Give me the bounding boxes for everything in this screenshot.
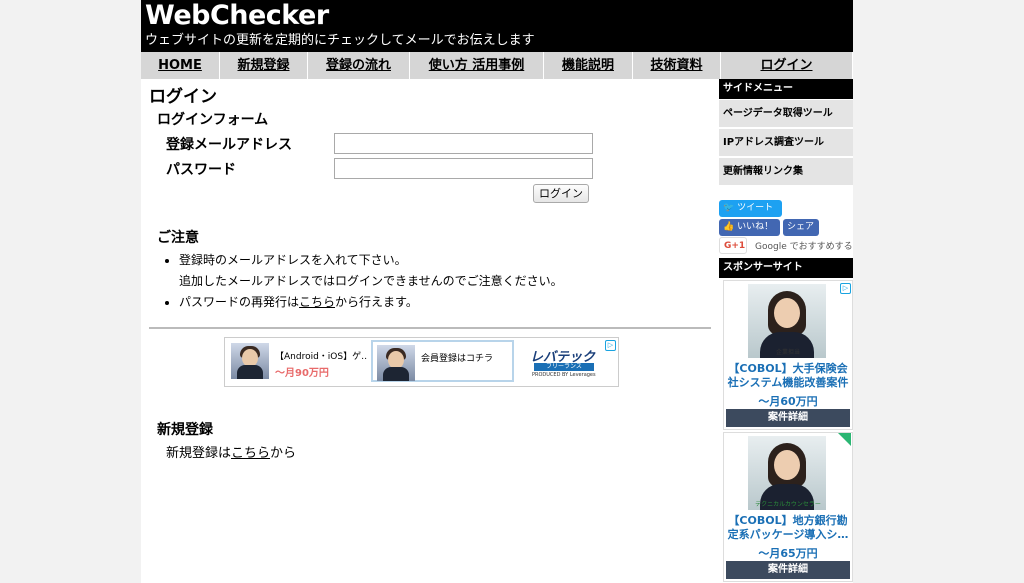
thumbs-up-icon: 👍 bbox=[723, 222, 735, 232]
sponsor-card[interactable]: 企業担当 ▷ 【COBOL】大手保険会社システム機能改善案件 〜月60万円 案件… bbox=[723, 280, 853, 430]
ad-item[interactable]: 【Android・iOS】ゲ… 〜月90万円 bbox=[227, 340, 369, 382]
ad-photo bbox=[231, 343, 269, 379]
password-field[interactable] bbox=[334, 158, 593, 179]
ad-title: 【Android・iOS】ゲ… bbox=[275, 352, 367, 362]
ad-photo bbox=[377, 345, 415, 381]
like-button[interactable]: 👍 いいね！ bbox=[719, 219, 780, 236]
nav-login[interactable]: ログイン bbox=[721, 52, 853, 79]
ad-pay: 〜月90万円 bbox=[275, 368, 329, 379]
notice-text: から行えます。 bbox=[335, 295, 418, 309]
sponsor-role: テクニカルカウンセラー bbox=[755, 501, 821, 508]
sponsor-title-text: 【COBOL】地方銀行勘定系パッケージ導入シ… bbox=[727, 514, 849, 541]
ad-title: 会員登録はコチラ bbox=[421, 354, 494, 364]
sponsor-detail-button[interactable]: 案件詳細 bbox=[726, 561, 850, 579]
site-header: WebChecker ウェブサイトの更新を定期的にチェックしてメールでお伝えしま… bbox=[141, 0, 853, 52]
form-title: ログインフォーム bbox=[157, 112, 269, 128]
side-menu-title: サイドメニュー bbox=[719, 79, 853, 99]
list-item: パスワードの再発行はこちらから行えます。 bbox=[179, 292, 563, 313]
main-content: ログイン ログインフォーム 登録メールアドレス パスワード ログイン ご注意 登… bbox=[141, 79, 717, 583]
ad-brand[interactable]: レバテック フリーランス PRODUCED BY Leverages bbox=[530, 340, 610, 382]
brand-by: PRODUCED BY Leverages bbox=[532, 372, 596, 378]
ad-banner[interactable]: 【Android・iOS】ゲ… 〜月90万円 会員登録はコチラ レバテック フリ… bbox=[224, 337, 619, 387]
sponsor-pay: 〜月65万円 bbox=[758, 547, 818, 560]
notice-text: パスワードの再発行は bbox=[179, 295, 300, 309]
list-item: 登録時のメールアドレスを入れて下さい。 追加したメールアドレスではログインできま… bbox=[179, 250, 563, 292]
side-item-ip-tool[interactable]: IPアドレス調査ツール bbox=[719, 129, 853, 157]
nav-usage[interactable]: 使い方 活用事例 bbox=[410, 52, 544, 79]
site-tagline: ウェブサイトの更新を定期的にチェックしてメールでお伝えします bbox=[145, 33, 535, 48]
side-item-links[interactable]: 更新情報リンク集 bbox=[719, 158, 853, 186]
nav-tech[interactable]: 技術資料 bbox=[633, 52, 721, 79]
password-label: パスワード bbox=[166, 162, 236, 178]
notice-title: ご注意 bbox=[157, 230, 199, 246]
share-label: シェア bbox=[787, 222, 815, 232]
register-text: 新規登録はこちらから bbox=[166, 442, 296, 461]
gplus-button[interactable]: G+1 bbox=[719, 237, 747, 254]
tweet-button[interactable]: 🐦 ツイート bbox=[719, 200, 782, 217]
page-container: WebChecker ウェブサイトの更新を定期的にチェックしてメールでお伝えしま… bbox=[141, 0, 853, 583]
register-text-post: から bbox=[270, 446, 297, 461]
google-recommend-text: Google でおすすめする bbox=[755, 242, 853, 252]
like-label: いいね！ bbox=[737, 222, 774, 232]
email-field[interactable] bbox=[334, 133, 593, 154]
share-button[interactable]: シェア bbox=[783, 219, 819, 236]
sponsor-pay: 〜月60万円 bbox=[758, 395, 818, 408]
email-label: 登録メールアドレス bbox=[166, 137, 292, 153]
site-logo[interactable]: WebChecker bbox=[145, 0, 329, 32]
sponsor-title-text: 【COBOL】大手保険会社システム機能改善案件 bbox=[727, 362, 849, 389]
notice-text: 登録時のメールアドレスを入れて下さい。 bbox=[179, 253, 407, 267]
notice-list: 登録時のメールアドレスを入れて下さい。 追加したメールアドレスではログインできま… bbox=[157, 250, 563, 313]
sponsor-card[interactable]: テクニカルカウンセラー 【COBOL】地方銀行勘定系パッケージ導入シ… 〜月65… bbox=[723, 432, 853, 582]
notice-text: 追加したメールアドレスではログインできませんのでご注意ください。 bbox=[179, 274, 563, 288]
corner-badge-icon bbox=[838, 433, 851, 446]
sidebar: サイドメニュー ページデータ取得ツール IPアドレス調査ツール 更新情報リンク集… bbox=[719, 79, 853, 583]
login-button[interactable]: ログイン bbox=[533, 184, 589, 203]
nav-register[interactable]: 新規登録 bbox=[220, 52, 308, 79]
sponsor-role: 企業担当 bbox=[775, 349, 800, 356]
tweet-label: ツイート bbox=[737, 203, 774, 213]
nav-features[interactable]: 機能説明 bbox=[544, 52, 633, 79]
side-item-page-data[interactable]: ページデータ取得ツール bbox=[719, 100, 853, 128]
ad-item[interactable]: 会員登録はコチラ bbox=[371, 340, 514, 382]
divider bbox=[149, 327, 711, 329]
page-title: ログイン bbox=[149, 87, 217, 107]
register-text-pre: 新規登録は bbox=[166, 446, 232, 461]
twitter-bird-icon: 🐦 bbox=[723, 203, 735, 213]
brand-sub: フリーランス bbox=[534, 363, 594, 371]
sponsor-detail-button[interactable]: 案件詳細 bbox=[726, 409, 850, 427]
sponsor-title: スポンサーサイト bbox=[719, 258, 853, 278]
nav-home[interactable]: HOME bbox=[141, 52, 220, 79]
password-reset-link[interactable]: こちら bbox=[299, 295, 335, 309]
register-title: 新規登録 bbox=[157, 422, 213, 438]
main-nav: HOME 新規登録 登録の流れ 使い方 活用事例 機能説明 技術資料 ログイン bbox=[141, 52, 853, 79]
register-link[interactable]: こちら bbox=[231, 446, 270, 461]
nav-flow[interactable]: 登録の流れ bbox=[308, 52, 410, 79]
adchoices-icon[interactable]: ▷ bbox=[605, 340, 616, 351]
adchoices-icon[interactable]: ▷ bbox=[840, 283, 851, 294]
